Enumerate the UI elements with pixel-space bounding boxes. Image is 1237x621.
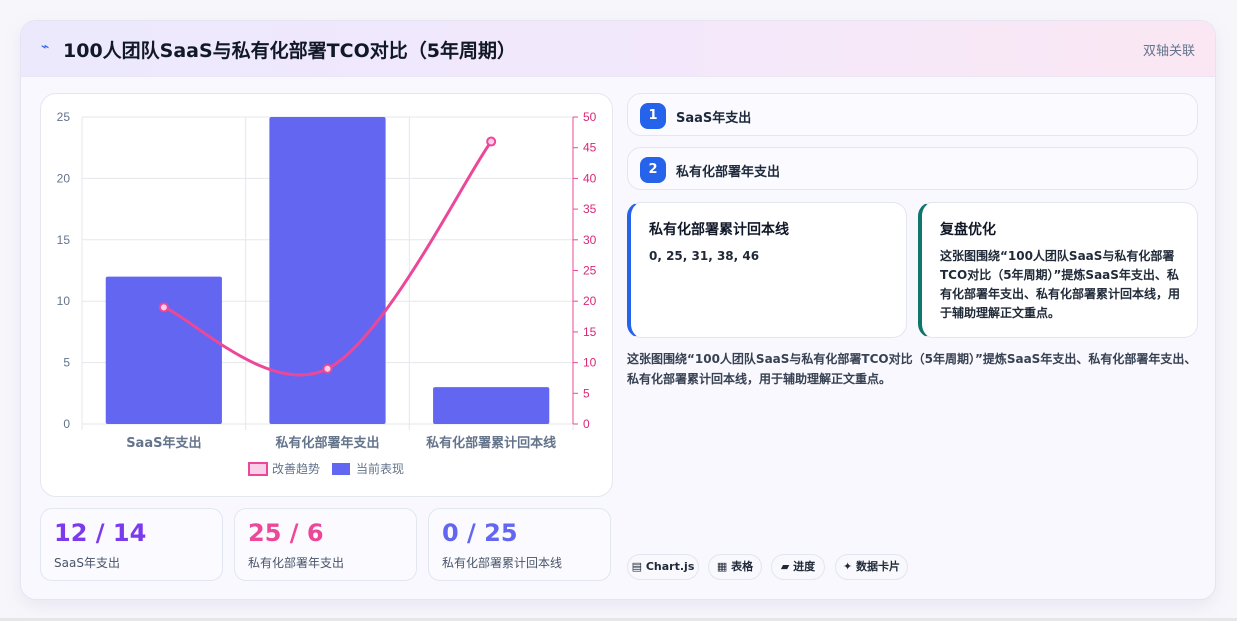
trend-point <box>158 302 169 313</box>
info-card-breakeven: 私有化部署累计回本线 0, 25, 31, 38, 46 <box>627 202 907 338</box>
combo-chart: 0 5 10 15 20 25 0 5 10 15 20 25 30 35 40 45 50 SaaS年支出 私有化… <box>57 110 597 476</box>
page-title: 100人团队SaaS与私有化部署TCO对比（5年周期） <box>63 40 516 62</box>
chart-panel: 0 5 10 15 20 25 0 5 10 15 20 25 30 35 40 45 50 SaaS年支出 私有化… <box>40 93 613 497</box>
chip-label: Chart.js <box>645 560 695 573</box>
chip-label: 数据卡片 <box>856 560 901 573</box>
y-left-tick-label: 5 <box>63 356 70 370</box>
step-label: SaaS年支出 <box>676 111 752 126</box>
chip-chartjs[interactable]: ▤ Chart.js <box>627 554 699 580</box>
y-right-tick-label: 45 <box>583 141 597 155</box>
y-right-tick-label: 40 <box>583 171 597 185</box>
y-left-tick-label: 15 <box>57 233 71 247</box>
table-icon: ▦ <box>716 560 728 573</box>
y-left-tick-label: 10 <box>57 294 71 308</box>
y-left-tick-label: 25 <box>57 110 71 124</box>
progress-icon: ▰ <box>780 560 790 573</box>
x-tick-label: 私有化部署年支出 <box>275 435 379 451</box>
stat-card-private: 25 / 6 私有化部署年支出 <box>234 508 417 581</box>
chip-label: 进度 <box>793 560 816 573</box>
chip-table[interactable]: ▦ 表格 <box>708 554 762 580</box>
info-card-body: 0, 25, 31, 38, 46 <box>649 249 760 263</box>
step-item-1[interactable]: 1 SaaS年支出 <box>627 93 1198 136</box>
step-number-badge: 1 <box>640 103 666 129</box>
y-right-tick-label: 10 <box>583 356 597 370</box>
bar <box>105 276 222 424</box>
trend-point <box>322 363 333 374</box>
stat-label: SaaS年支出 <box>54 556 120 570</box>
info-card-title: 复盘优化 <box>940 222 996 238</box>
legend-label: 改善趋势 <box>272 461 320 476</box>
bar <box>433 387 550 424</box>
chip-progress[interactable]: ▰ 进度 <box>771 554 825 580</box>
info-card-title: 私有化部署累计回本线 <box>649 222 789 238</box>
stat-value: 25 / 6 <box>248 519 324 547</box>
step-number-badge: 2 <box>640 157 666 183</box>
y-left-tick-label: 20 <box>57 171 71 185</box>
y-right-tick-label: 5 <box>583 386 590 400</box>
info-card-review: 复盘优化 这张图围绕“100人团队SaaS与私有化部署TCO对比（5年周期）”提… <box>918 202 1198 338</box>
card-header: ⌁ 100人团队SaaS与私有化部署TCO对比（5年周期） 双轴关联 <box>21 21 1215 77</box>
y-left-tick-label: 0 <box>63 417 70 431</box>
summary-text: 这张图围绕“100人团队SaaS与私有化部署TCO对比（5年周期）”提炼SaaS… <box>627 352 1197 386</box>
header-tag: 双轴关联 <box>1142 44 1195 59</box>
x-tick-label: 私有化部署累计回本线 <box>426 435 556 451</box>
step-label: 私有化部署年支出 <box>676 165 781 180</box>
stat-card-saas: 12 / 14 SaaS年支出 <box>40 508 223 581</box>
y-right-tick-label: 15 <box>583 325 597 339</box>
chip-label: 表格 <box>731 560 754 573</box>
y-right-tick-label: 30 <box>583 233 597 247</box>
legend-label: 当前表现 <box>356 461 404 476</box>
bar <box>269 117 386 424</box>
legend-swatch-trend <box>248 462 268 476</box>
y-right-tick-label: 20 <box>583 294 597 308</box>
trend-icon: ⌁ <box>41 39 50 55</box>
stat-card-breakeven: 0 / 25 私有化部署累计回本线 <box>428 508 611 581</box>
y-right-tick-label: 50 <box>583 110 597 124</box>
y-right-tick-label: 25 <box>583 264 597 278</box>
y-right-tick-label: 0 <box>583 417 590 431</box>
chart-icon: ▤ <box>631 560 643 573</box>
x-tick-label: SaaS年支出 <box>126 435 201 451</box>
legend-swatch-bar <box>332 463 350 475</box>
stat-value: 12 / 14 <box>54 519 147 547</box>
sparkle-icon: ✦ <box>842 560 853 573</box>
stat-label: 私有化部署累计回本线 <box>442 556 563 570</box>
y-right-tick-label: 35 <box>583 202 597 216</box>
stat-value: 0 / 25 <box>442 519 518 547</box>
main-card: ⌁ 100人团队SaaS与私有化部署TCO对比（5年周期） 双轴关联 0 5 10 1… <box>20 20 1216 600</box>
trend-point <box>486 136 497 147</box>
step-item-2[interactable]: 2 私有化部署年支出 <box>627 147 1198 190</box>
chip-data-cards[interactable]: ✦ 数据卡片 <box>835 554 908 580</box>
info-card-body: 这张图围绕“100人团队SaaS与私有化部署TCO对比（5年周期）”提炼SaaS… <box>940 249 1181 320</box>
stat-label: 私有化部署年支出 <box>248 556 345 570</box>
